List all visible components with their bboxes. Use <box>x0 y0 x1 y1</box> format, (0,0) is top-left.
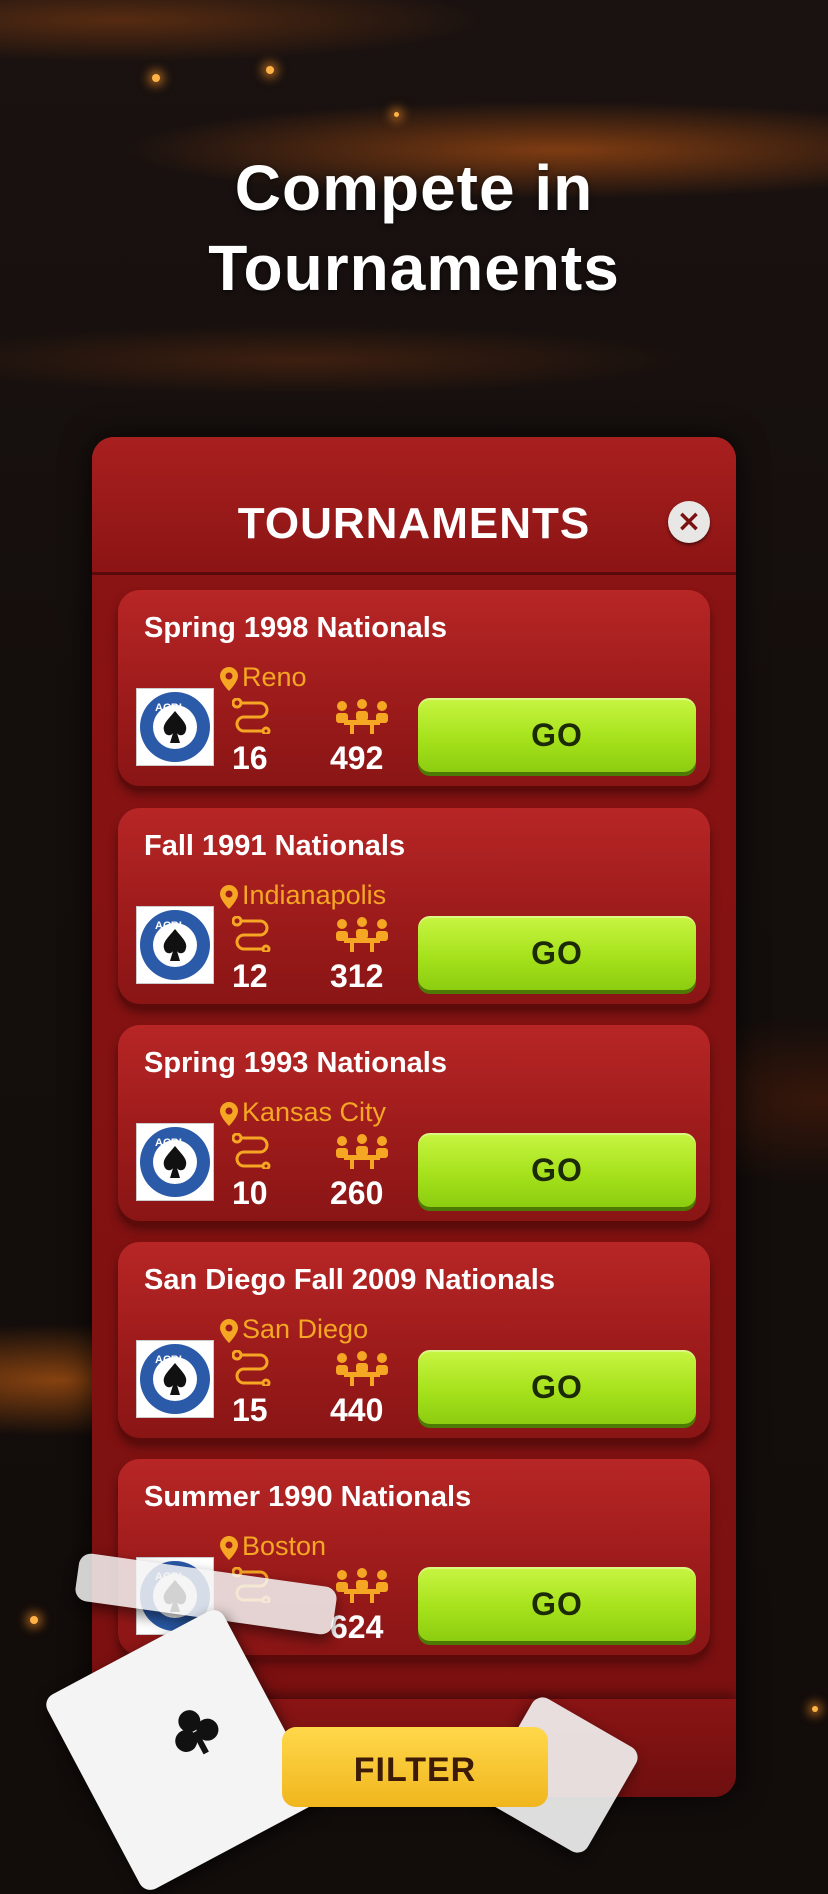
panel-header: TOURNAMENTS × <box>92 437 736 575</box>
events-count: 12 <box>232 958 268 994</box>
logo-letters: ACBL <box>155 920 186 932</box>
tournament-card: Fall 1991 Nationals ACBL Indianapolis 12… <box>118 808 710 1004</box>
location-label: Indianapolis <box>242 880 387 910</box>
tables-players-icon <box>336 1351 388 1386</box>
location-label: Boston <box>242 1531 327 1561</box>
tournament-card: Spring 1993 Nationals ACBL Kansas City 1… <box>118 1025 710 1221</box>
tables-players-icon <box>336 917 388 952</box>
tournament-name: Spring 1998 Nationals <box>144 612 447 644</box>
tournament-name: Spring 1993 Nationals <box>144 1047 447 1079</box>
go-button[interactable]: GO <box>418 1133 696 1207</box>
tables-players-icon <box>336 699 388 734</box>
go-button[interactable]: GO <box>418 1350 696 1424</box>
spark <box>812 1706 818 1712</box>
club-icon <box>175 1710 219 1755</box>
route-icon <box>232 916 271 952</box>
route-icon <box>232 1133 271 1169</box>
logo-letters: ACBL <box>155 702 186 714</box>
tables-count: 440 <box>330 1392 384 1428</box>
spark <box>30 1616 38 1624</box>
go-button[interactable]: GO <box>418 916 696 990</box>
tournament-name: San Diego Fall 2009 Nationals <box>144 1264 555 1296</box>
tournament-name: Fall 1991 Nationals <box>144 830 406 862</box>
logo-letters: ACBL <box>155 1354 186 1366</box>
headline-line-1: Compete in <box>234 152 594 224</box>
tables-count: 624 <box>330 1609 384 1645</box>
acbl-logo: ACBL <box>136 906 214 984</box>
location-label: San Diego <box>242 1314 369 1344</box>
events-count: 16 <box>232 740 268 776</box>
acbl-logo: ACBL <box>136 688 214 766</box>
location-label: Kansas City <box>242 1097 387 1127</box>
location-pin-icon <box>220 666 238 691</box>
events-count: 15 <box>232 1392 268 1428</box>
logo-letters: ACBL <box>155 1137 186 1149</box>
tournament-name: Summer 1990 Nationals <box>144 1481 472 1513</box>
go-button[interactable]: GO <box>418 1567 696 1641</box>
tournament-location: Kansas City <box>220 1097 386 1128</box>
location-pin-icon <box>220 1318 238 1343</box>
headline: Compete in Tournaments <box>0 148 828 308</box>
acbl-logo: ACBL <box>136 1340 214 1418</box>
go-button[interactable]: GO <box>418 698 696 772</box>
panel-title: TOURNAMENTS <box>237 499 591 548</box>
tournament-location: Reno <box>220 662 307 693</box>
tournament-location: Boston <box>220 1531 326 1562</box>
spark <box>394 112 399 117</box>
tournament-location: Indianapolis <box>220 880 386 911</box>
tournament-location: San Diego <box>220 1314 368 1345</box>
route-icon <box>232 1350 271 1386</box>
spark <box>266 66 274 74</box>
tables-count: 312 <box>330 958 384 994</box>
tables-players-icon <box>336 1568 388 1603</box>
headline-line-2: Tournaments <box>208 232 620 304</box>
events-count: 10 <box>232 1175 268 1211</box>
tournament-card: Spring 1998 Nationals ACBL Reno 16 492 G… <box>118 590 710 786</box>
spark <box>152 74 160 82</box>
location-label: Reno <box>242 662 307 692</box>
tables-players-icon <box>336 1134 388 1169</box>
tournament-card: San Diego Fall 2009 Nationals ACBL San D… <box>118 1242 710 1438</box>
location-pin-icon <box>220 884 238 909</box>
close-icon[interactable]: × <box>668 501 710 543</box>
tables-count: 492 <box>330 740 384 776</box>
acbl-logo: ACBL <box>136 1123 214 1201</box>
tables-count: 260 <box>330 1175 384 1211</box>
filter-button[interactable]: FILTER <box>282 1727 548 1807</box>
location-pin-icon <box>220 1535 238 1560</box>
route-icon <box>232 698 271 734</box>
location-pin-icon <box>220 1101 238 1126</box>
